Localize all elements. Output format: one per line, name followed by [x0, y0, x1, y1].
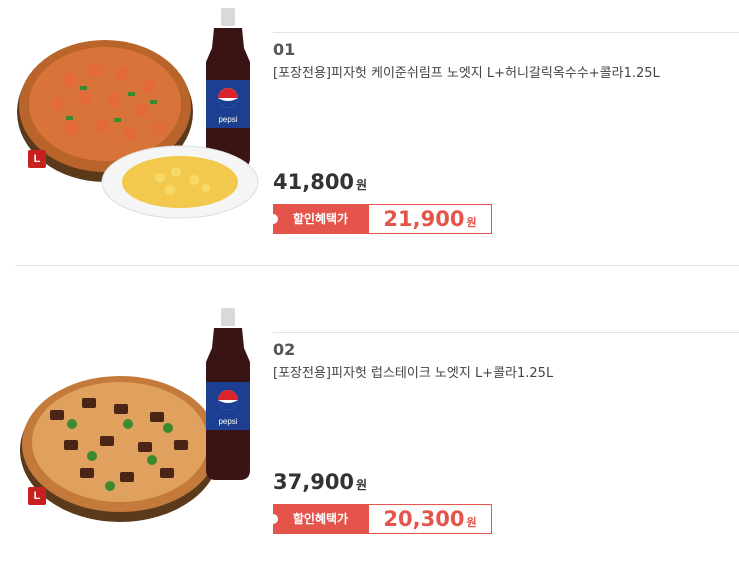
divider — [273, 332, 739, 333]
product-number: 01 — [273, 40, 296, 59]
product-card-1[interactable]: pepsi L 01 [포장전용]피자헛 케이준쉬림프 노엣지 L+허니갈릭옥수… — [0, 0, 739, 262]
currency: 원 — [466, 216, 477, 229]
size-badge: L — [28, 487, 46, 505]
product-card-2[interactable]: pepsi L 02 [포장전용]피자헛 럽스테이크 노엣지 L+콜라1.25L… — [0, 300, 739, 562]
size-badge: L — [28, 150, 46, 168]
product-title[interactable]: [포장전용]피자헛 케이준쉬림프 노엣지 L+허니갈릭옥수수+콜라1.25L — [273, 62, 660, 81]
product-title[interactable]: [포장전용]피자헛 럽스테이크 노엣지 L+콜라1.25L — [273, 362, 553, 381]
svg-text:pepsi: pepsi — [218, 417, 237, 426]
product-price: 37,900 원 — [273, 470, 367, 494]
divider — [273, 32, 739, 33]
price-value: 37,900 — [273, 470, 355, 494]
product-divider — [15, 265, 739, 266]
currency: 원 — [356, 178, 368, 192]
discount-price-box[interactable]: 할인혜택가 21,900 원 — [268, 204, 492, 234]
discount-value: 20,300 원 — [368, 504, 492, 534]
discount-price-box[interactable]: 할인혜택가 20,300 원 — [268, 504, 492, 534]
discount-label: 할인혜택가 — [268, 504, 368, 534]
notch-decoration — [268, 514, 278, 524]
currency: 원 — [466, 516, 477, 529]
currency: 원 — [356, 478, 368, 492]
product-image-2[interactable]: pepsi — [10, 300, 260, 560]
product-number: 02 — [273, 340, 296, 359]
product-price: 41,800 원 — [273, 170, 367, 194]
discount-price: 20,300 — [383, 507, 465, 531]
svg-text:pepsi: pepsi — [218, 115, 237, 124]
discount-value: 21,900 원 — [368, 204, 492, 234]
discount-price: 21,900 — [383, 207, 465, 231]
notch-decoration — [268, 214, 278, 224]
discount-label: 할인혜택가 — [268, 204, 368, 234]
price-value: 41,800 — [273, 170, 355, 194]
product-image-1[interactable]: pepsi — [10, 0, 260, 260]
discount-label-text: 할인혜택가 — [292, 212, 349, 226]
discount-label-text: 할인혜택가 — [292, 512, 349, 526]
